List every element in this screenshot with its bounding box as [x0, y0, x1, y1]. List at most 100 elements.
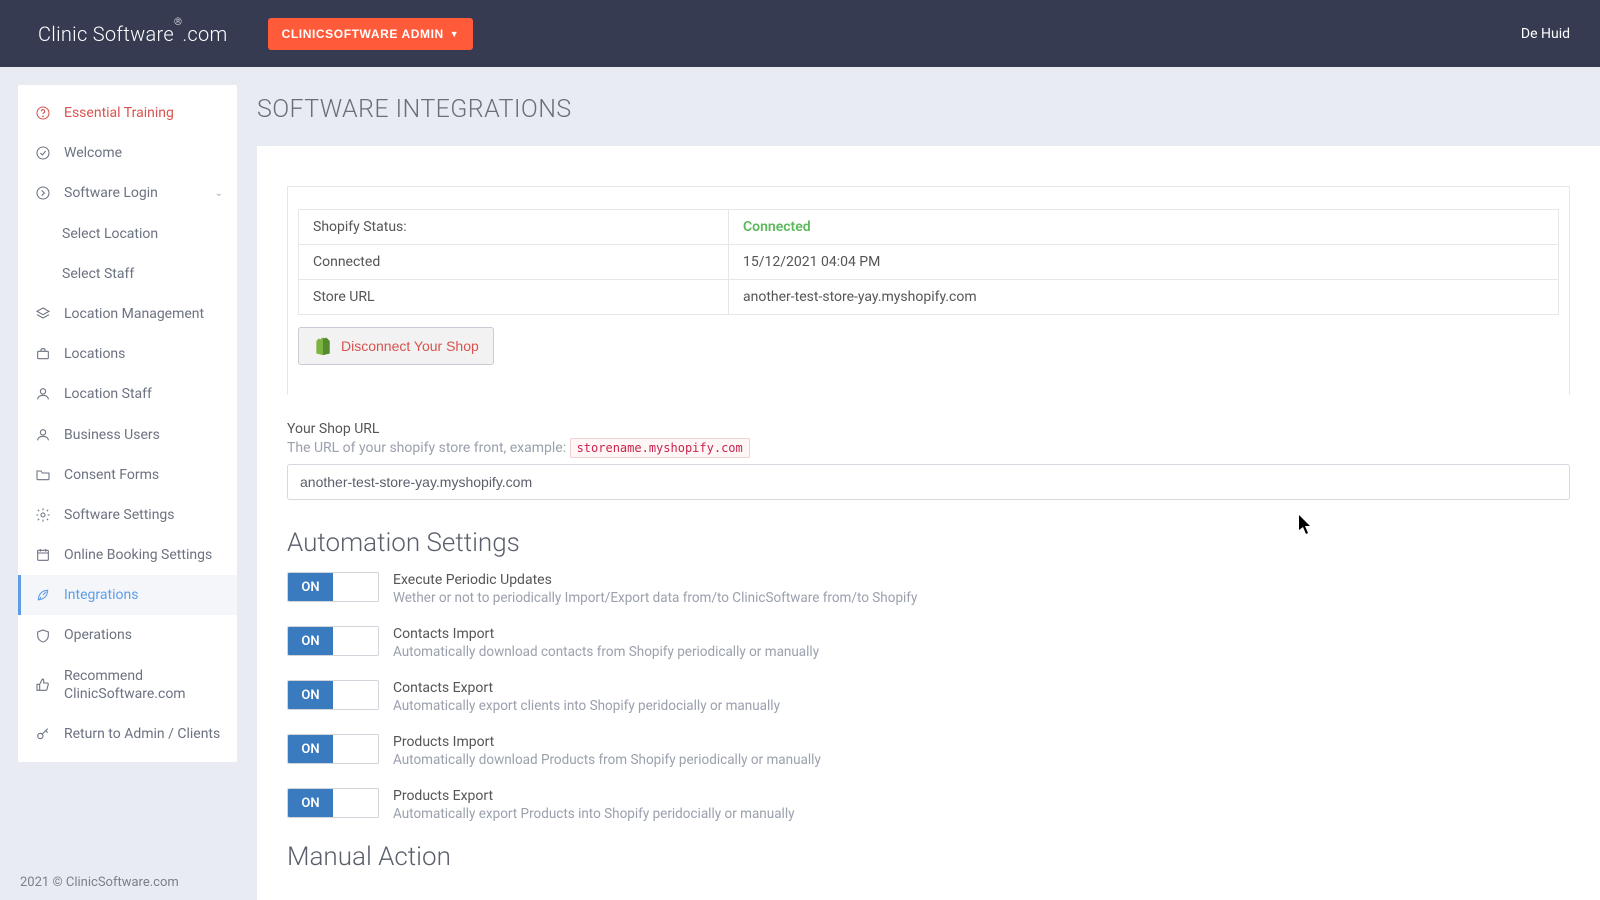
- sidebar-item-label: Business Users: [64, 426, 223, 444]
- toggle-row-contacts-import: ON Contacts Import Automatically downloa…: [287, 626, 1570, 660]
- toggle-products-export[interactable]: ON: [287, 788, 379, 818]
- toggle-description: Automatically export Products into Shopi…: [393, 806, 795, 822]
- sidebar-item-essential-training[interactable]: Essential Training: [18, 93, 237, 133]
- sidebar-item-label: Location Staff: [64, 385, 223, 403]
- shopify-icon: [313, 336, 333, 356]
- toggle-title: Contacts Export: [393, 680, 780, 696]
- sidebar-item-return-admin[interactable]: Return to Admin / Clients: [18, 714, 237, 754]
- folder-icon: [34, 466, 52, 484]
- toggle-periodic-updates[interactable]: ON: [287, 572, 379, 602]
- sidebar-item-welcome[interactable]: Welcome: [18, 133, 237, 173]
- table-row: Shopify Status: Connected: [299, 210, 1559, 245]
- main-content: SOFTWARE INTEGRATIONS Shopify Status: Co…: [237, 67, 1600, 900]
- topbar-user[interactable]: De Huid: [1521, 26, 1570, 42]
- shield-icon: [34, 627, 52, 645]
- sidebar-item-software-settings[interactable]: Software Settings: [18, 495, 237, 535]
- sidebar-item-label: Location Management: [64, 305, 223, 323]
- content-card: Shopify Status: Connected Connected 15/1…: [257, 146, 1600, 900]
- toggle-products-import[interactable]: ON: [287, 734, 379, 764]
- shop-url-hint-code: storename.myshopify.com: [570, 438, 750, 458]
- toggle-row-products-export: ON Products Export Automatically export …: [287, 788, 1570, 822]
- sidebar-item-consent-forms[interactable]: Consent Forms: [18, 455, 237, 495]
- table-row: Store URL another-test-store-yay.myshopi…: [299, 280, 1559, 315]
- toggle-row-contacts-export: ON Contacts Export Automatically export …: [287, 680, 1570, 714]
- automation-settings-title: Automation Settings: [287, 528, 1570, 558]
- sidebar-item-software-login[interactable]: Software Login ⌄: [18, 173, 237, 213]
- toggle-description: Automatically download contacts from Sho…: [393, 644, 819, 660]
- calendar-icon: [34, 546, 52, 564]
- shopify-status-section: Shopify Status: Connected Connected 15/1…: [287, 186, 1570, 395]
- sidebar-item-label: Select Location: [62, 225, 223, 243]
- layers-icon: [34, 305, 52, 323]
- toggle-off-segment: [333, 735, 378, 763]
- sidebar-item-label: Return to Admin / Clients: [64, 725, 223, 743]
- connected-timestamp: 15/12/2021 04:04 PM: [729, 245, 1559, 280]
- key-icon: [34, 725, 52, 743]
- sidebar-item-operations[interactable]: Operations: [18, 615, 237, 655]
- sidebar-item-label: Online Booking Settings: [64, 546, 223, 564]
- sidebar-item-select-location[interactable]: Select Location: [18, 214, 237, 254]
- sidebar-item-label: Integrations: [64, 586, 223, 604]
- shopify-status-table: Shopify Status: Connected Connected 15/1…: [298, 209, 1559, 315]
- toggle-off-segment: [333, 573, 378, 601]
- sidebar-item-location-staff[interactable]: Location Staff: [18, 374, 237, 414]
- sidebar-item-select-staff[interactable]: Select Staff: [18, 254, 237, 294]
- connected-label: Connected: [299, 245, 729, 280]
- sidebar-item-label: Consent Forms: [64, 466, 223, 484]
- shop-url-hint-text: The URL of your shopify store front, exa…: [287, 440, 570, 456]
- briefcase-icon: [34, 345, 52, 363]
- toggle-text: Contacts Export Automatically export cli…: [393, 680, 780, 714]
- manual-action-title: Manual Action: [287, 842, 1570, 872]
- sidebar-item-integrations[interactable]: Integrations: [18, 575, 237, 615]
- sidebar-item-label: Software Settings: [64, 506, 223, 524]
- toggle-off-segment: [333, 627, 378, 655]
- sidebar-item-label: Recommend ClinicSoftware.com: [64, 667, 223, 703]
- arrow-circle-icon: [34, 184, 52, 202]
- toggle-description: Automatically export clients into Shopif…: [393, 698, 780, 714]
- disconnect-shop-label: Disconnect Your Shop: [341, 338, 479, 354]
- help-circle-icon: [34, 104, 52, 122]
- toggle-text: Contacts Import Automatically download c…: [393, 626, 819, 660]
- check-circle-icon: [34, 144, 52, 162]
- admin-dropdown-button[interactable]: CLINICSOFTWARE ADMIN ▼: [268, 18, 474, 50]
- toggle-off-segment: [333, 789, 378, 817]
- shop-url-field-group: Your Shop URL The URL of your shopify st…: [287, 421, 1570, 500]
- chevron-down-icon: ▼: [450, 29, 460, 39]
- user-icon: [34, 385, 52, 403]
- toggle-on-label: ON: [288, 789, 333, 817]
- sidebar-item-location-management[interactable]: Location Management: [18, 294, 237, 334]
- admin-dropdown-label: CLINICSOFTWARE ADMIN: [282, 27, 444, 41]
- page-title: SOFTWARE INTEGRATIONS: [257, 95, 1600, 124]
- sidebar-item-label: Essential Training: [64, 104, 223, 122]
- toggle-text: Products Export Automatically export Pro…: [393, 788, 795, 822]
- toggle-text: Products Import Automatically download P…: [393, 734, 821, 768]
- sidebar-item-label: Operations: [64, 626, 223, 644]
- sidebar-item-recommend[interactable]: Recommend ClinicSoftware.com: [18, 656, 237, 714]
- sidebar: Essential Training Welcome Software Logi…: [18, 85, 237, 762]
- status-label: Shopify Status:: [299, 210, 729, 245]
- toggle-title: Products Export: [393, 788, 795, 804]
- user-icon: [34, 426, 52, 444]
- toggle-contacts-export[interactable]: ON: [287, 680, 379, 710]
- sidebar-item-online-booking-settings[interactable]: Online Booking Settings: [18, 535, 237, 575]
- sidebar-item-label: Welcome: [64, 144, 223, 162]
- sidebar-item-label: Locations: [64, 345, 223, 363]
- toggle-title: Execute Periodic Updates: [393, 572, 917, 588]
- toggle-description: Automatically download Products from Sho…: [393, 752, 821, 768]
- thumbs-up-icon: [34, 676, 52, 694]
- table-row: Connected 15/12/2021 04:04 PM: [299, 245, 1559, 280]
- disconnect-shop-button[interactable]: Disconnect Your Shop: [298, 327, 494, 365]
- chevron-down-icon: ⌄: [215, 188, 223, 199]
- shop-url-input[interactable]: [287, 464, 1570, 500]
- logo: Clinic Software®.com: [38, 22, 228, 46]
- gear-icon: [34, 506, 52, 524]
- toggle-contacts-import[interactable]: ON: [287, 626, 379, 656]
- sidebar-item-locations[interactable]: Locations: [18, 334, 237, 374]
- toggle-title: Contacts Import: [393, 626, 819, 642]
- toggle-on-label: ON: [288, 681, 333, 709]
- shop-url-label: Your Shop URL: [287, 421, 1570, 437]
- shop-url-hint: The URL of your shopify store front, exa…: [287, 440, 1570, 456]
- sidebar-item-business-users[interactable]: Business Users: [18, 415, 237, 455]
- rocket-icon: [34, 586, 52, 604]
- toggle-on-label: ON: [288, 573, 333, 601]
